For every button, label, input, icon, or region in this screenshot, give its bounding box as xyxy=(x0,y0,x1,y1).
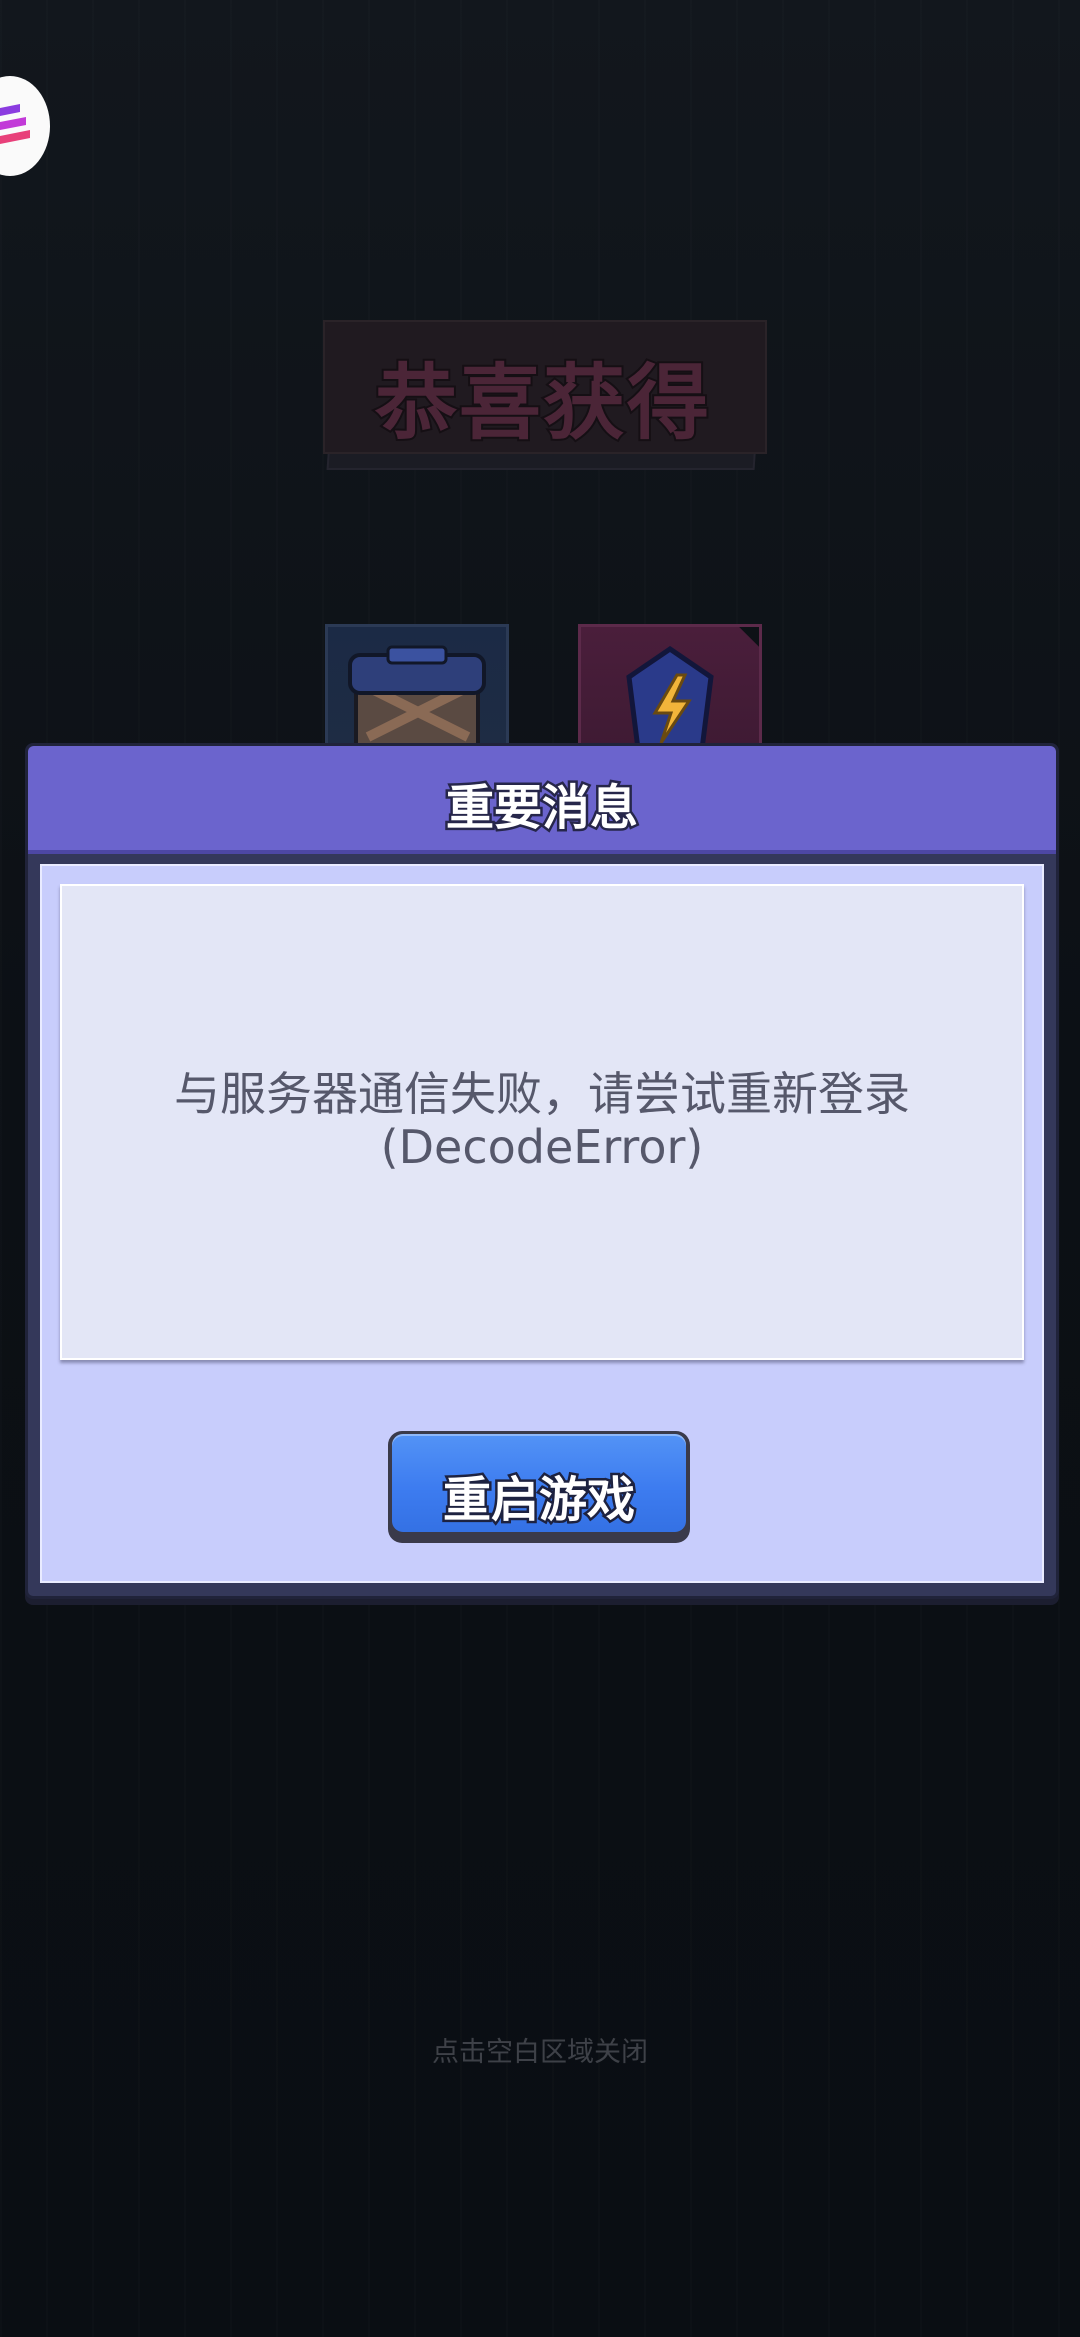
message-panel: 与服务器通信失败，请尝试重新登录 (DecodeError) xyxy=(60,884,1024,1360)
tap-to-close-hint: 点击空白区域关闭 xyxy=(432,2037,648,2068)
dialog-title: 重要消息 xyxy=(443,778,640,839)
restart-button-label: 重启游戏 xyxy=(440,1470,637,1531)
banner-title: 恭喜获得 xyxy=(373,354,711,453)
error-message: 与服务器通信失败，请尝试重新登录 xyxy=(174,1067,910,1121)
important-message-dialog: 重要消息 与服务器通信失败，请尝试重新登录 (DecodeError) 重启游戏 xyxy=(25,743,1059,1599)
restart-button-face[interactable]: 重启游戏 xyxy=(392,1434,686,1532)
dialog-body: 与服务器通信失败，请尝试重新登录 (DecodeError) 重启游戏 xyxy=(40,864,1044,1583)
error-code: (DecodeError) xyxy=(380,1120,704,1174)
assistant-logo-icon xyxy=(0,104,30,144)
energy-crystal-icon xyxy=(626,645,714,757)
congrats-banner: 恭喜获得 xyxy=(323,320,767,485)
reward-item-chest xyxy=(325,624,509,757)
reward-item-energy xyxy=(578,624,762,757)
dialog-header: 重要消息 xyxy=(28,746,1056,854)
treasure-chest-icon xyxy=(348,645,486,757)
restart-game-button[interactable]: 重启游戏 xyxy=(388,1431,690,1543)
